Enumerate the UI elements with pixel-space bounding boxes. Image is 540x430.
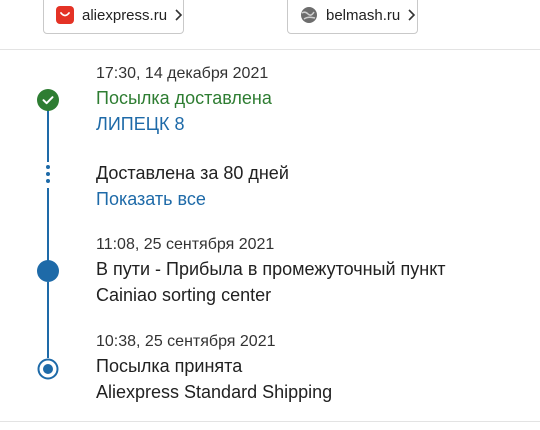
divider bbox=[0, 49, 540, 50]
event-status: В пути - Прибыла в промежуточный пункт bbox=[96, 259, 446, 279]
timeline-origin-icon bbox=[37, 358, 59, 380]
event-status: Посылка доставлена bbox=[96, 88, 272, 108]
timeline-event: 11:08, 25 сентября 2021 В пути - Прибыла… bbox=[96, 234, 526, 308]
store-chip-belmash[interactable]: belmash.ru bbox=[287, 0, 418, 34]
divider bbox=[0, 421, 540, 422]
chevron-right-icon bbox=[175, 9, 183, 21]
globe-icon bbox=[301, 7, 317, 23]
event-location: Cainiao sorting center bbox=[96, 285, 272, 305]
delivered-check-icon bbox=[37, 89, 59, 111]
event-timestamp: 17:30, 14 декабря 2021 bbox=[96, 65, 269, 82]
more-dots-icon bbox=[46, 165, 50, 183]
timeline-event: 17:30, 14 декабря 2021 Посылка доставлен… bbox=[96, 63, 526, 137]
delivery-duration: Доставлена за 80 дней bbox=[96, 163, 289, 183]
show-all-link[interactable]: Показать все bbox=[96, 186, 526, 212]
timeline-event: 10:38, 25 сентября 2021 Посылка принята … bbox=[96, 331, 526, 405]
event-timestamp: 11:08, 25 сентября 2021 bbox=[96, 236, 275, 253]
event-location: Aliexpress Standard Shipping bbox=[96, 382, 333, 402]
timeline-connector bbox=[47, 110, 49, 162]
timeline-summary: Доставлена за 80 дней Показать все bbox=[96, 160, 526, 212]
event-timestamp: 10:38, 25 сентября 2021 bbox=[96, 333, 276, 350]
store-chip-aliexpress[interactable]: aliexpress.ru bbox=[43, 0, 184, 34]
event-status: Посылка принята bbox=[96, 356, 243, 376]
timeline-connector bbox=[47, 282, 49, 358]
event-location-link[interactable]: ЛИПЕЦК 8 bbox=[96, 111, 526, 137]
store-chip-label: aliexpress.ru bbox=[82, 6, 168, 24]
aliexpress-logo-icon bbox=[56, 6, 74, 24]
store-chip-label: belmash.ru bbox=[326, 6, 401, 24]
timeline-dot-icon bbox=[37, 260, 59, 282]
chevron-right-icon bbox=[408, 9, 416, 21]
timeline-connector bbox=[47, 188, 49, 270]
